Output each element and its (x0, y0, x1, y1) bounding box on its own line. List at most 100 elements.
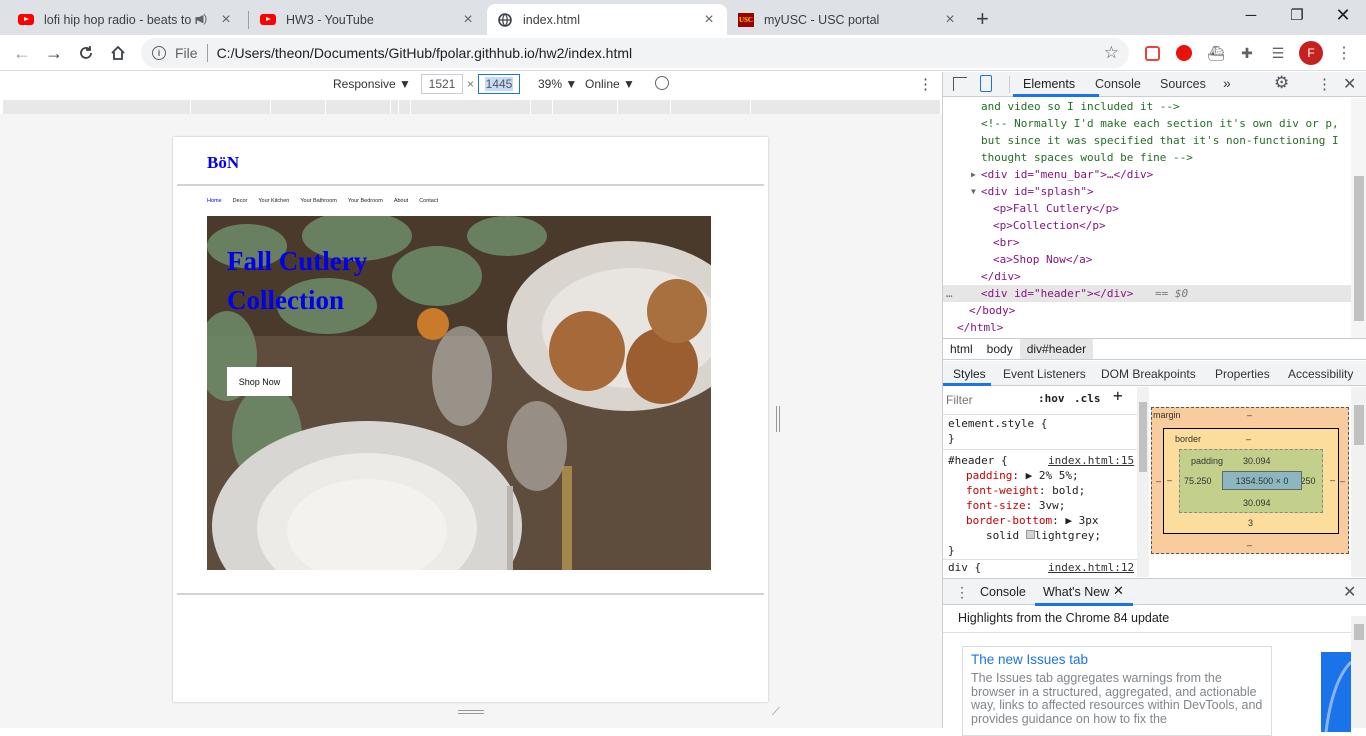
address-bar[interactable]: i File C:/Users/theon/Documents/GitHub/f… (141, 38, 1129, 68)
home-button[interactable] (104, 39, 132, 67)
extension-translate-icon[interactable] (1141, 42, 1163, 64)
padding-bottom-value[interactable]: 30.094 (1243, 498, 1271, 508)
collapse-arrow-icon[interactable]: ▼ (971, 183, 976, 200)
close-icon[interactable]: × (460, 11, 476, 29)
border-top-value[interactable]: – (1246, 434, 1251, 444)
devtools-menu-icon[interactable]: ⋮ (1317, 75, 1332, 93)
card-title[interactable]: The new Issues tab (971, 652, 1263, 667)
resize-handle-bottom[interactable] (458, 710, 484, 714)
tab-index[interactable]: index.html × (487, 4, 727, 35)
element-style-rule[interactable]: element.style { (948, 417, 1047, 432)
device-toggle-icon[interactable] (980, 75, 992, 92)
dom-node-splash[interactable]: <div id="splash"> (981, 183, 1094, 200)
minimize-button[interactable]: ─ (1228, 0, 1274, 30)
more-tabs-icon[interactable]: » (1223, 75, 1231, 91)
chrome-menu-icon[interactable]: ⋮ (1333, 42, 1355, 64)
css-property-name[interactable]: font-size (966, 499, 1026, 512)
resize-corner-icon[interactable]: ⟋ (772, 706, 780, 719)
reload-button[interactable] (72, 39, 100, 67)
extensions-puzzle-icon[interactable]: ✚ (1236, 42, 1258, 64)
device-mode-select[interactable]: Responsive ▼ (333, 77, 411, 91)
drawer-tab-whats-new[interactable]: What's New (1043, 585, 1109, 599)
close-window-button[interactable]: ✕ (1320, 0, 1366, 30)
rule-source-link[interactable]: index.html:15 (1048, 454, 1134, 469)
close-icon[interactable]: × (942, 11, 958, 29)
margin-left-value[interactable]: – (1156, 476, 1161, 486)
tab-sources[interactable]: Sources (1160, 77, 1206, 91)
rotate-icon[interactable] (655, 76, 669, 90)
dom-node-html-close[interactable]: </html> (957, 319, 1003, 336)
border-left-value[interactable]: – (1167, 475, 1172, 485)
menu-item-decor[interactable]: Decor (233, 198, 248, 204)
border-right-value[interactable]: – (1330, 475, 1335, 485)
rule-source-link[interactable]: index.html:12 (1048, 561, 1134, 576)
margin-right-value[interactable]: – (1340, 476, 1345, 486)
margin-bottom-value[interactable]: – (1247, 540, 1252, 550)
margin-top-value[interactable]: – (1247, 410, 1252, 420)
shop-now-button[interactable]: Shop Now (227, 367, 292, 396)
menu-item-your-bedroom[interactable]: Your Bedroom (348, 198, 383, 204)
extension-ship-icon[interactable]: ⛴ (1205, 42, 1227, 64)
tab-hw3[interactable]: HW3 - YouTube × (250, 4, 486, 35)
css-property-value[interactable]: ▶ 3px (1065, 514, 1098, 527)
resize-handle-right[interactable] (776, 406, 780, 432)
breadcrumb-div-header[interactable]: div#header (1019, 339, 1094, 359)
padding-left-value[interactable]: 75.250 (1184, 476, 1212, 486)
tab-console[interactable]: Console (1095, 77, 1141, 91)
profile-avatar[interactable]: F (1299, 41, 1323, 65)
dom-node-body-close[interactable]: </body> (969, 302, 1015, 319)
dom-node-a[interactable]: <a>Shop Now</a> (993, 251, 1092, 268)
dom-tree[interactable]: and video so I included it --> <!-- Norm… (943, 98, 1351, 336)
dom-node-header[interactable]: <div id="header"></div> (981, 285, 1133, 302)
styles-scrollbar[interactable] (1137, 387, 1149, 577)
menu-item-your-kitchen[interactable]: Your Kitchen (258, 198, 289, 204)
extension-adblock-icon[interactable] (1173, 42, 1195, 64)
dom-node-p[interactable]: <p>Fall Cutlery</p> (993, 200, 1119, 217)
close-icon[interactable]: × (218, 11, 234, 29)
dom-node-menu-bar[interactable]: <div id="menu_bar">…</div> (981, 166, 1153, 183)
menu-item-home[interactable]: Home (207, 198, 222, 204)
tab-elements[interactable]: Elements (1023, 77, 1075, 91)
hov-toggle[interactable]: :hov (1038, 392, 1065, 407)
inspect-element-icon[interactable] (953, 77, 967, 91)
site-logo[interactable]: BöN (207, 153, 239, 173)
computed-scrollbar[interactable] (1351, 387, 1366, 577)
tab-dom-breakpoints[interactable]: DOM Breakpoints (1101, 367, 1196, 381)
dom-scrollbar[interactable] (1351, 98, 1366, 338)
node-actions-ellipsis[interactable]: … (946, 285, 953, 302)
drawer-menu-icon[interactable]: ⋮ (955, 584, 969, 601)
header-rule-selector[interactable]: #header { (948, 454, 1008, 469)
width-input[interactable]: 1521 (421, 74, 463, 94)
star-icon[interactable]: ☆ (1104, 43, 1119, 63)
expand-arrow-icon[interactable]: ▶ (971, 166, 976, 183)
css-property-value[interactable]: solid (986, 529, 1019, 542)
new-style-rule-icon[interactable]: + (1113, 388, 1123, 404)
tab-properties[interactable]: Properties (1215, 367, 1270, 381)
close-drawer-icon[interactable]: ✕ (1343, 582, 1356, 602)
media-queue-icon[interactable]: ☰ (1267, 42, 1289, 64)
whats-new-scrollbar[interactable] (1351, 616, 1366, 728)
tab-event-listeners[interactable]: Event Listeners (1003, 367, 1086, 381)
close-icon[interactable]: × (701, 11, 717, 29)
styles-filter-input[interactable] (946, 390, 1030, 410)
zoom-select[interactable]: 39% ▼ (538, 77, 577, 91)
media-query-bar[interactable] (2, 100, 940, 114)
cls-toggle[interactable]: .cls (1074, 392, 1101, 407)
tab-accessibility[interactable]: Accessibility (1288, 367, 1353, 381)
tab-lofi[interactable]: lofi hip hop radio - beats to r ◀) × (8, 4, 244, 35)
dom-node-close[interactable]: </div> (981, 268, 1021, 285)
css-property-name[interactable]: padding (966, 469, 1012, 482)
css-property-value[interactable]: 3vw; (1039, 499, 1066, 512)
breadcrumb-body[interactable]: body (980, 342, 1020, 356)
feature-card[interactable]: The new Issues tab The Issues tab aggreg… (962, 646, 1272, 736)
css-property-value[interactable]: lightgrey; (1035, 529, 1101, 542)
info-icon[interactable]: i (152, 46, 166, 60)
drawer-tab-console[interactable]: Console (980, 585, 1026, 599)
tab-styles[interactable]: Styles (953, 367, 986, 381)
network-select[interactable]: Online ▼ (585, 77, 635, 91)
settings-gear-icon[interactable]: ⚙ (1274, 73, 1289, 93)
div-rule-selector[interactable]: div { (948, 561, 981, 576)
more-options-icon[interactable]: ⋮ (918, 75, 933, 93)
border-bottom-value[interactable]: 3 (1248, 518, 1253, 528)
box-content[interactable]: 1354.500 × 0 (1222, 471, 1302, 490)
